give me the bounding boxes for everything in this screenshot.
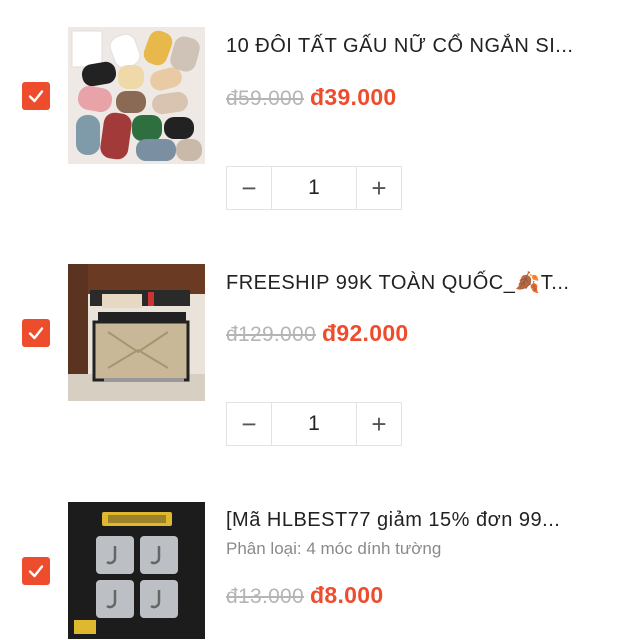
decrease-quantity-button[interactable]: − [227,403,271,445]
sale-price: đ39.000 [310,84,397,110]
product-title[interactable]: 10 ĐÔI TẤT GẤU NỮ CỔ NGẮN SI... [226,33,621,59]
price-row: đ13.000 đ8.000 [226,582,383,609]
item-checkbox[interactable] [22,82,50,110]
original-price: đ59.000 [226,87,305,110]
checkmark-icon [28,565,44,578]
quantity-value[interactable]: 1 [271,403,357,445]
product-title[interactable]: FREESHIP 99K TOÀN QUỐC_🍂T... [226,270,621,296]
increase-quantity-button[interactable]: + [357,403,401,445]
checkmark-icon [28,90,44,103]
quantity-value[interactable]: 1 [271,167,357,209]
item-checkbox[interactable] [22,557,50,585]
product-title[interactable]: [Mã HLBEST77 giảm 15% đơn 99... [226,507,621,533]
original-price: đ13.000 [226,585,305,608]
item-checkbox[interactable] [22,319,50,347]
variant-selector[interactable]: Phân loại: 4 móc dính tường [226,538,441,560]
price-row: đ129.000 đ92.000 [226,320,409,347]
decrease-quantity-button[interactable]: − [227,167,271,209]
increase-quantity-button[interactable]: + [357,167,401,209]
quantity-stepper: − 1 + [226,402,402,446]
nightstand-product-image[interactable] [68,264,205,401]
checkmark-icon [28,327,44,340]
sale-price: đ8.000 [310,582,384,608]
quantity-stepper: − 1 + [226,166,402,210]
sale-price: đ92.000 [322,320,409,346]
original-price: đ129.000 [226,323,316,346]
price-row: đ59.000 đ39.000 [226,84,397,111]
socks-product-image[interactable] [68,27,205,164]
wall-hooks-product-image[interactable] [68,502,205,639]
